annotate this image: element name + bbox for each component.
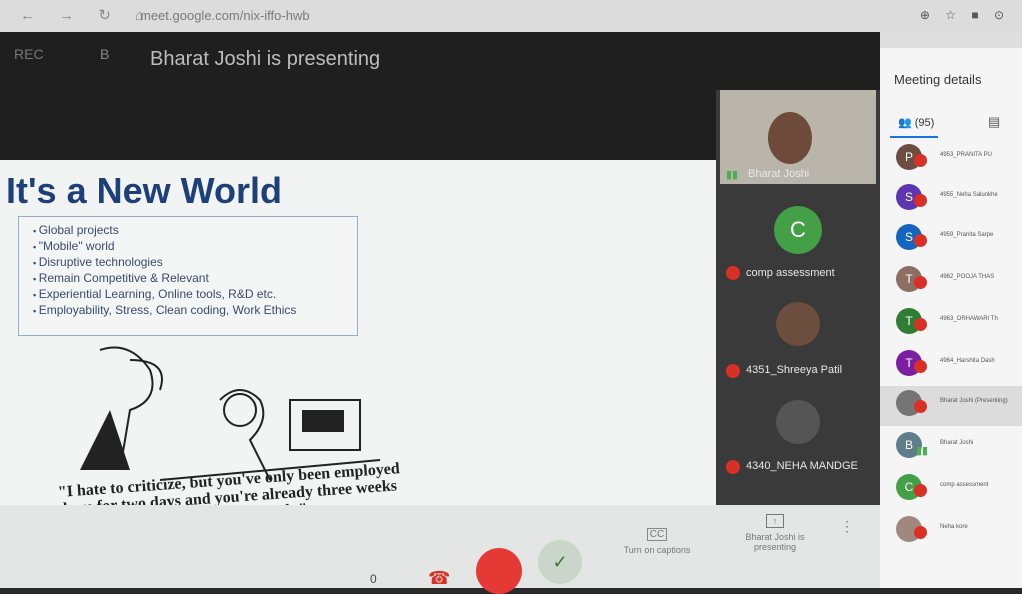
people-count: (95)	[914, 117, 935, 129]
mic-off-icon	[914, 154, 927, 167]
tile-name: 4351_Shreeya Patil	[746, 364, 843, 376]
participant-name: 4953_PRANITA PU	[940, 152, 992, 158]
present-label: Bharat Joshi is presenting	[745, 532, 805, 552]
mic-on-icon: ▮▮	[916, 445, 929, 457]
participant-photo	[776, 400, 820, 444]
participant-row[interactable]: P 4953_PRANITA PU	[880, 140, 1022, 180]
mic-off-icon	[914, 194, 927, 207]
captions-button[interactable]: CC Turn on captions	[612, 528, 702, 555]
mic-count: 0	[370, 572, 377, 586]
slide-bullet: "Mobile" world	[33, 239, 357, 255]
browser-toolbar: ← → ↻ ⌂ meet.google.com/nix-iffo-hwb ⊕ ☆…	[0, 0, 1022, 32]
presenter-badge: B	[100, 46, 110, 62]
slide-title: It's a New World	[6, 170, 282, 211]
slide-bullet: Employability, Stress, Clean coding, Wor…	[33, 303, 357, 319]
mic-off-icon	[914, 318, 927, 331]
participant-row[interactable]: S 4955_Neha Salunkhe	[880, 180, 1022, 220]
participant-row[interactable]: C comp assessment	[880, 470, 1022, 510]
participant-name: Neha kore	[940, 524, 968, 530]
participant-name: comp assessment	[940, 482, 989, 488]
slide-bullet: Remain Competitive & Relevant	[33, 271, 357, 287]
mic-off-icon	[726, 266, 740, 280]
captions-label: Turn on captions	[623, 545, 691, 555]
slide-bullet: Global projects	[33, 223, 357, 239]
check-button[interactable]: ✓	[538, 540, 582, 584]
participant-name: Bharat Joshi (Presenting)	[940, 398, 1008, 404]
extension-icons[interactable]: ⊕ ☆ ■ ⊙	[920, 8, 1010, 22]
participant-name: 4959_Pranita Sarpe	[940, 232, 994, 238]
tile-name: 4340_NEHA MANDGE	[746, 460, 858, 472]
mic-off-icon	[914, 234, 927, 247]
participant-photo	[776, 302, 820, 346]
participant-name: 4964_Harshita Dash	[940, 358, 995, 364]
chat-icon: ▤	[988, 114, 1001, 129]
slide-bullet: Experiential Learning, Online tools, R&D…	[33, 287, 357, 303]
address-bar[interactable]: meet.google.com/nix-iffo-hwb	[140, 8, 310, 23]
mic-off-icon	[914, 526, 927, 539]
active-tab-indicator	[890, 136, 938, 138]
more-options-icon[interactable]: ⋮	[840, 518, 854, 535]
end-call-icon[interactable]: ☎	[428, 568, 450, 589]
tile-name: comp assessment	[746, 267, 835, 279]
participant-name: Bharat Joshi	[940, 440, 974, 446]
browser-nav-icons[interactable]: ← → ↻ ⌂	[20, 6, 154, 24]
camera-off-button[interactable]	[476, 548, 522, 594]
participant-name: 4963_ORHAWARI Th	[940, 316, 998, 322]
avatar: C	[774, 206, 822, 254]
participant-name: 4962_POOJA THAS	[940, 274, 995, 280]
presenter-video-face	[768, 112, 812, 164]
mic-on-icon: ▮▮	[726, 169, 739, 181]
participant-row[interactable]: S 4959_Pranita Sarpe	[880, 220, 1022, 260]
recording-indicator: REC	[14, 46, 44, 62]
participant-row[interactable]: T 4962_POOJA THAS	[880, 262, 1022, 302]
tab-people[interactable]: 👥 (95)	[898, 116, 934, 129]
tile-name-presenter: Bharat Joshi	[748, 168, 810, 180]
mic-off-icon	[914, 360, 927, 373]
present-icon: ↑	[766, 514, 784, 528]
participant-row[interactable]: T 4964_Harshita Dash	[880, 346, 1022, 386]
panel-top-strip	[880, 32, 1022, 48]
present-now-button[interactable]: ↑ Bharat Joshi is presenting	[740, 514, 810, 552]
mic-off-icon	[914, 400, 927, 413]
participant-name: 4955_Neha Salunkhe	[940, 192, 998, 198]
mic-off-icon	[914, 276, 927, 289]
tab-chat[interactable]: ▤	[988, 114, 1000, 130]
participant-row[interactable]: Neha kore	[880, 512, 1022, 552]
mic-off-icon	[726, 460, 740, 474]
slide-bullet-box: Global projects "Mobile" world Disruptiv…	[18, 216, 358, 336]
panel-title: Meeting details	[894, 72, 982, 87]
mic-off-icon	[726, 364, 740, 378]
participant-row[interactable]: T 4963_ORHAWARI Th	[880, 304, 1022, 344]
presenting-label: Bharat Joshi is presenting	[150, 48, 381, 70]
participant-row-presenting[interactable]: Bharat Joshi (Presenting)	[880, 386, 1022, 426]
captions-icon: CC	[647, 528, 667, 541]
mic-off-icon	[914, 484, 927, 497]
participant-row[interactable]: B ▮▮ Bharat Joshi	[880, 428, 1022, 468]
people-icon: 👥	[898, 117, 912, 129]
slide-bullet: Disruptive technologies	[33, 255, 357, 271]
